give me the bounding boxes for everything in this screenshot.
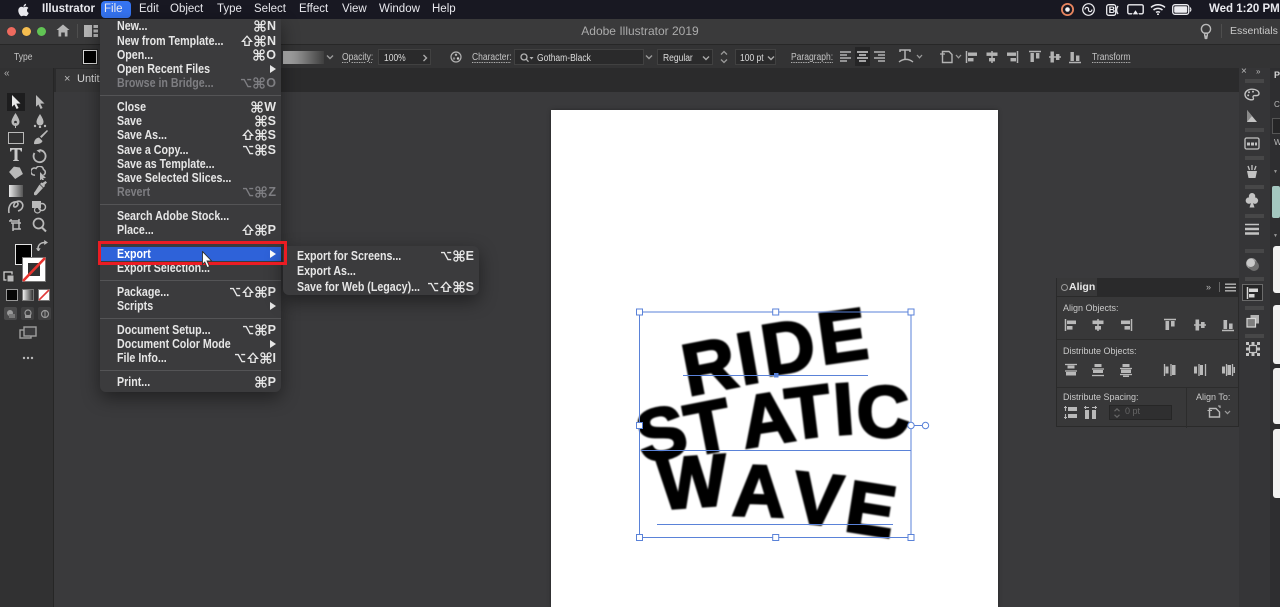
svg-text:T: T <box>781 370 835 456</box>
svg-text:E: E <box>840 466 901 554</box>
svg-text:B: B <box>1109 5 1116 15</box>
svg-text:A: A <box>731 450 787 533</box>
svg-text:V: V <box>790 457 847 543</box>
svg-text:W: W <box>655 440 729 526</box>
svg-text:E: E <box>813 293 873 380</box>
svg-text:C: C <box>855 371 911 454</box>
svg-text:I: I <box>831 368 857 450</box>
